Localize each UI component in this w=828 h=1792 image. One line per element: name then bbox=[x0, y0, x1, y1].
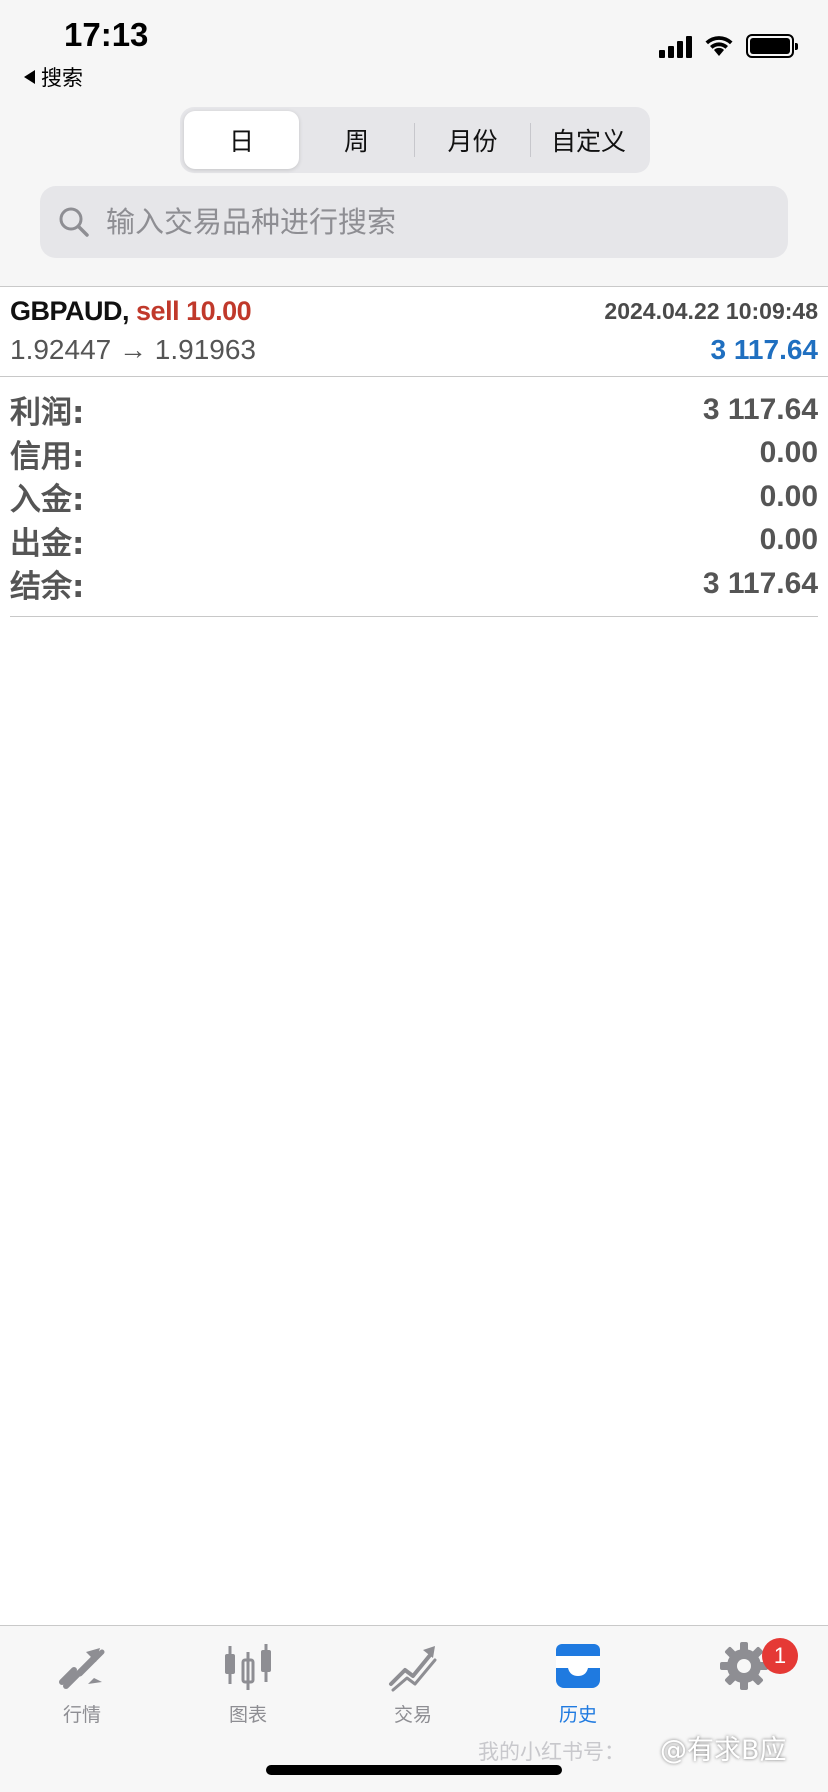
tab-label: 历史 bbox=[558, 1704, 597, 1726]
tab-week[interactable]: 周 bbox=[299, 111, 414, 169]
wifi-icon bbox=[705, 36, 733, 56]
tab-charts[interactable]: 图表 bbox=[188, 1638, 308, 1738]
deal-datetime: 2024.04.22 10:09:48 bbox=[604, 298, 818, 324]
search-input[interactable] bbox=[106, 205, 746, 239]
summary-row-credit: 信用: 0.00 bbox=[10, 432, 818, 476]
deal-row[interactable]: GBPAUD, sell 10.00 2024.04.22 10:09:48 1… bbox=[0, 288, 828, 377]
summary-label: 出金: bbox=[10, 525, 85, 562]
back-label: 搜索 bbox=[41, 66, 83, 90]
trade-icon bbox=[389, 1646, 437, 1692]
summary-row-deposit: 入金: 0.00 bbox=[10, 475, 818, 519]
battery-icon bbox=[746, 34, 798, 58]
summary-value: 0.00 bbox=[759, 523, 818, 557]
deal-side-volume: sell 10.00 bbox=[136, 296, 252, 326]
status-icons bbox=[659, 34, 798, 58]
tab-label: 行情 bbox=[62, 1704, 101, 1726]
summary-label: 入金: bbox=[10, 482, 85, 519]
search-icon bbox=[59, 207, 89, 237]
home-indicator bbox=[266, 1765, 562, 1775]
quotes-icon bbox=[59, 1648, 105, 1689]
tab-quotes[interactable]: 行情 bbox=[22, 1638, 142, 1738]
notification-badge: 1 bbox=[762, 1638, 798, 1674]
watermark-text: 我的小红书号： bbox=[478, 1740, 625, 1764]
summary-label: 信用: bbox=[10, 438, 85, 475]
deal-symbol: GBPAUD, bbox=[10, 296, 130, 326]
summary-label: 利润: bbox=[10, 395, 85, 432]
history-icon bbox=[556, 1644, 600, 1688]
summary-block: 利润: 3 117.64 信用: 0.00 入金: 0.00 出金: 0.00 … bbox=[10, 388, 818, 617]
back-to-search-link[interactable]: 搜索 bbox=[24, 62, 83, 92]
tab-month[interactable]: 月份 bbox=[415, 111, 530, 169]
chart-icon bbox=[225, 1644, 271, 1690]
deal-prices: 1.92447 → 1.91963 bbox=[10, 334, 256, 365]
tab-custom[interactable]: 自定义 bbox=[531, 111, 646, 169]
deal-symbol-line: GBPAUD, sell 10.00 bbox=[10, 296, 252, 327]
tab-day[interactable]: 日 bbox=[184, 111, 299, 169]
summary-value: 0.00 bbox=[759, 436, 818, 470]
summary-label: 结余: bbox=[10, 569, 85, 606]
cellular-signal-icon bbox=[659, 34, 692, 58]
summary-value: 0.00 bbox=[759, 479, 818, 513]
search-bar[interactable] bbox=[40, 186, 788, 258]
header: 17:13 搜索 日 周 月份 自定义 bbox=[0, 0, 828, 287]
tab-history[interactable]: 历史 bbox=[518, 1638, 638, 1738]
history-screen: 17:13 搜索 日 周 月份 自定义 输入交易品种进行搜索 GBPAUD, s… bbox=[0, 0, 828, 1792]
tab-settings[interactable]: 1 bbox=[684, 1638, 804, 1738]
tab-label: 交易 bbox=[393, 1704, 432, 1726]
tab-label: 图表 bbox=[228, 1704, 267, 1726]
summary-value: 3 117.64 bbox=[702, 392, 818, 426]
deal-profit: 3 117.64 bbox=[710, 334, 818, 365]
summary-row-profit: 利润: 3 117.64 bbox=[10, 388, 818, 432]
back-arrow-icon bbox=[24, 70, 35, 84]
tab-trade[interactable]: 交易 bbox=[353, 1638, 473, 1738]
summary-row-balance: 结余: 3 117.64 bbox=[10, 562, 818, 606]
summary-value: 3 117.64 bbox=[702, 566, 818, 600]
status-time: 17:13 bbox=[64, 16, 149, 53]
summary-row-withdrawal: 出金: 0.00 bbox=[10, 519, 818, 563]
watermark-author: @有求B应 bbox=[660, 1735, 787, 1766]
period-segmented-control: 日 周 月份 自定义 bbox=[180, 107, 650, 173]
